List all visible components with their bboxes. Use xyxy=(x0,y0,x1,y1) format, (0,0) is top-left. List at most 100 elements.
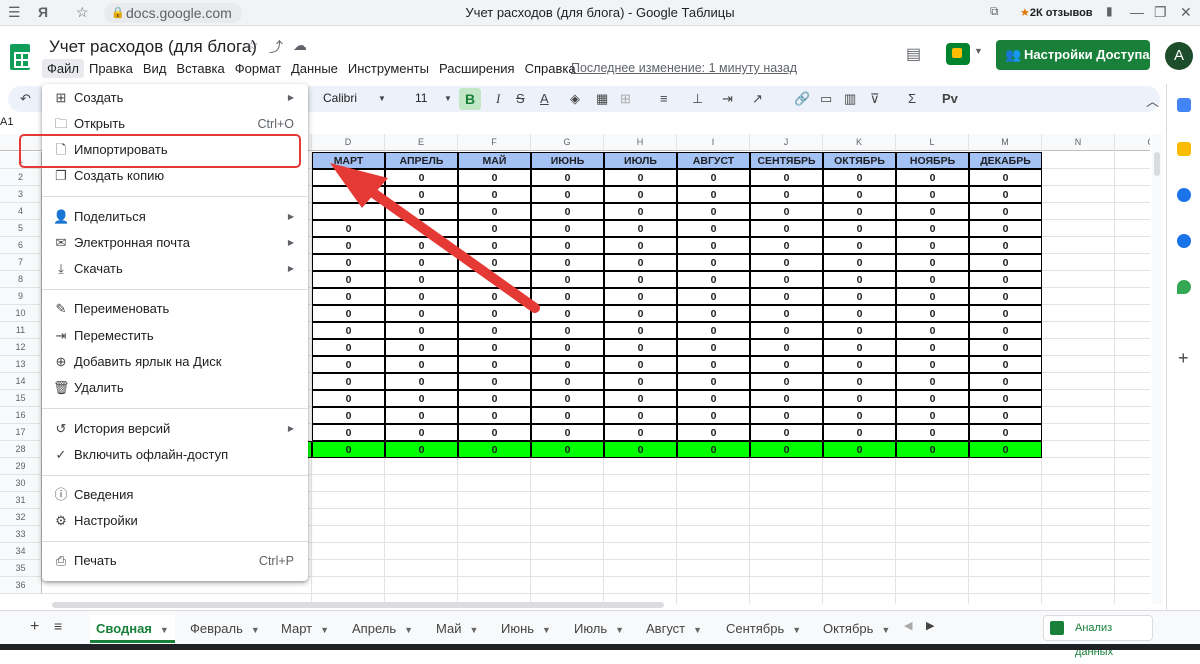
value-cell[interactable]: 0 xyxy=(750,237,823,254)
row-header-30[interactable]: 30 xyxy=(0,475,42,492)
row-header-2[interactable]: 2 xyxy=(0,169,42,186)
menu-item-download[interactable]: ⤓ Скачать ▶ xyxy=(42,257,308,281)
chevron-down-icon[interactable]: ▼ xyxy=(320,625,329,635)
link-icon[interactable]: 🔗 xyxy=(794,91,810,107)
value-cell[interactable]: 0 xyxy=(312,390,385,407)
reviews-badge[interactable]: ★2К отзывов xyxy=(1020,6,1093,19)
total-cell[interactable]: 0 xyxy=(677,441,750,458)
font-size-select[interactable]: 11 xyxy=(415,91,427,105)
month-header-cell[interactable]: НОЯБРЬ xyxy=(896,152,969,169)
value-cell[interactable]: 0 xyxy=(823,390,896,407)
avatar[interactable]: A xyxy=(1165,42,1193,70)
row-header-12[interactable]: 12 xyxy=(0,339,42,356)
value-cell[interactable]: 0 xyxy=(385,356,458,373)
row-header-29[interactable]: 29 xyxy=(0,458,42,475)
value-cell[interactable]: 0 xyxy=(677,322,750,339)
row-header-13[interactable]: 13 xyxy=(0,356,42,373)
share-button[interactable]: 👥 Настройки Доступа xyxy=(996,40,1150,70)
collapse-toolbar-icon[interactable]: ︿ xyxy=(1146,91,1159,110)
value-cell[interactable]: 0 xyxy=(896,203,969,220)
row-header-7[interactable]: 7 xyxy=(0,254,42,271)
row-header-8[interactable]: 8 xyxy=(0,271,42,288)
horizontal-scrollbar[interactable] xyxy=(52,602,664,608)
chevron-down-icon[interactable]: ▼ xyxy=(615,625,624,635)
address-bar[interactable]: 🔒 docs.google.com xyxy=(104,3,242,23)
column-header-i[interactable]: I xyxy=(677,134,750,151)
menu-item-move[interactable]: ⇥ Переместить xyxy=(42,324,308,348)
value-cell[interactable]: 0 xyxy=(531,339,604,356)
value-cell[interactable]: 0 xyxy=(604,254,677,271)
row-header-34[interactable]: 34 xyxy=(0,543,42,560)
move-folder-icon[interactable]: ⤴ xyxy=(269,37,283,57)
row-header-9[interactable]: 9 xyxy=(0,288,42,305)
wrap-icon[interactable]: ⇥ xyxy=(722,91,733,107)
input-tools-icon[interactable]: Pv xyxy=(942,91,958,106)
value-cell[interactable]: 0 xyxy=(969,424,1042,441)
value-cell[interactable]: 0 xyxy=(458,288,531,305)
month-header-cell[interactable]: ИЮЛЬ xyxy=(604,152,677,169)
value-cell[interactable]: 0 xyxy=(531,271,604,288)
row-header-16[interactable]: 16 xyxy=(0,407,42,424)
month-header-cell[interactable]: СЕНТЯБРЬ xyxy=(750,152,823,169)
hamburger-icon[interactable]: ☰ xyxy=(8,4,21,21)
value-cell[interactable]: 0 xyxy=(677,186,750,203)
value-cell[interactable]: 0 xyxy=(969,288,1042,305)
functions-icon[interactable]: Σ xyxy=(908,91,916,106)
value-cell[interactable]: 0 xyxy=(458,322,531,339)
last-edit-link[interactable]: Последнее изменение: 1 минуту назад xyxy=(571,61,797,75)
month-header-cell[interactable]: АПРЕЛЬ xyxy=(385,152,458,169)
value-cell[interactable]: 0 xyxy=(604,203,677,220)
value-cell[interactable]: 0 xyxy=(969,271,1042,288)
menu-item-create[interactable]: ⊞ Создать ▶ xyxy=(42,86,308,110)
font-select[interactable]: Calibri xyxy=(323,91,357,105)
column-header-e[interactable]: E xyxy=(385,134,458,151)
value-cell[interactable]: 0 xyxy=(531,254,604,271)
chevron-down-icon[interactable]: ▼ xyxy=(251,625,260,635)
value-cell[interactable]: 0 xyxy=(750,424,823,441)
value-cell[interactable]: 0 xyxy=(969,390,1042,407)
value-cell[interactable]: 0 xyxy=(677,220,750,237)
menu-item-open[interactable]: 🗀 Открыть Ctrl+O xyxy=(42,112,308,136)
value-cell[interactable]: 0 xyxy=(531,186,604,203)
value-cell[interactable]: 0 xyxy=(823,237,896,254)
value-cell[interactable]: 0 xyxy=(677,237,750,254)
bold-button[interactable]: B xyxy=(459,88,481,110)
value-cell[interactable]: 0 xyxy=(385,169,458,186)
value-cell[interactable]: 0 xyxy=(823,322,896,339)
filter-icon[interactable]: ⊽ xyxy=(870,91,880,107)
column-header-k[interactable]: K xyxy=(823,134,896,151)
month-header-cell[interactable]: ИЮНЬ xyxy=(531,152,604,169)
value-cell[interactable]: 0 xyxy=(604,186,677,203)
menu-format[interactable]: Формат xyxy=(230,59,286,78)
meet-icon[interactable] xyxy=(946,43,970,65)
tab-october[interactable]: Октябрь ▼ xyxy=(823,615,890,643)
menu-file[interactable]: Файл xyxy=(42,59,84,78)
value-cell[interactable]: 0 xyxy=(458,373,531,390)
tab-svodnaya[interactable]: Сводная ▼ xyxy=(90,615,175,643)
value-cell[interactable]: 0 xyxy=(750,339,823,356)
value-cell[interactable]: 0 xyxy=(750,186,823,203)
tab-april[interactable]: Апрель ▼ xyxy=(352,615,413,643)
value-cell[interactable]: 0 xyxy=(385,407,458,424)
star-icon[interactable]: ☆ xyxy=(246,37,259,54)
strikethrough-icon[interactable]: S xyxy=(516,91,525,106)
value-cell[interactable]: 0 xyxy=(896,169,969,186)
calendar-icon[interactable] xyxy=(1177,98,1191,112)
row-header-28[interactable]: 28 xyxy=(0,441,42,458)
value-cell[interactable]: 0 xyxy=(458,220,531,237)
text-color-icon[interactable]: A xyxy=(540,91,549,106)
borders-icon[interactable]: ▦ xyxy=(596,91,608,107)
value-cell[interactable]: 0 xyxy=(385,339,458,356)
value-cell[interactable]: 0 xyxy=(896,186,969,203)
add-addon-icon[interactable]: + xyxy=(1178,348,1189,369)
row-header-36[interactable]: 36 xyxy=(0,577,42,594)
value-cell[interactable]: 0 xyxy=(458,339,531,356)
value-cell[interactable]: 0 xyxy=(458,254,531,271)
valign-icon[interactable]: ⊥ xyxy=(692,91,703,107)
row-header-11[interactable]: 11 xyxy=(0,322,42,339)
rotate-icon[interactable]: ↗ xyxy=(752,91,763,107)
value-cell[interactable]: 0 xyxy=(604,305,677,322)
value-cell[interactable]: 0 xyxy=(896,339,969,356)
value-cell[interactable]: 0 xyxy=(823,203,896,220)
menu-item-email[interactable]: ✉ Электронная почта ▶ xyxy=(42,231,308,255)
